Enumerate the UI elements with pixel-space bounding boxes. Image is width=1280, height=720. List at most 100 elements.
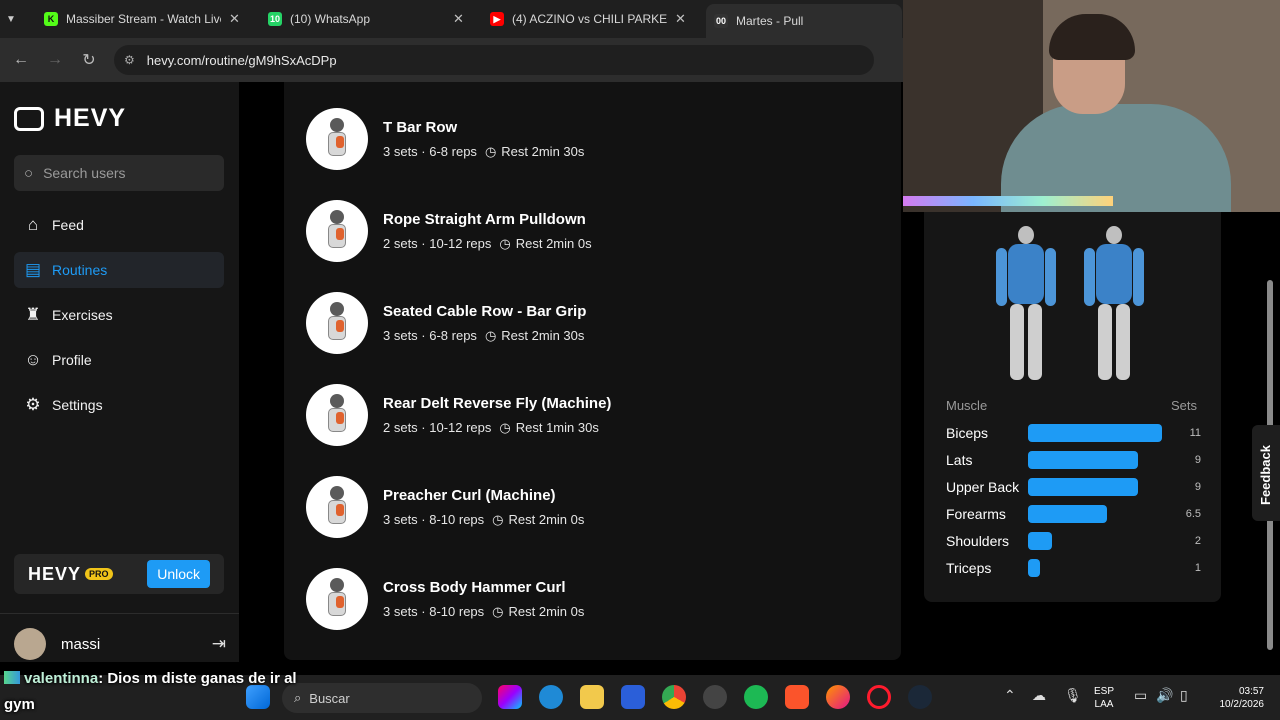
copilot-icon[interactable]: [498, 685, 522, 709]
close-tab-icon[interactable]: ✕: [453, 11, 464, 27]
sidebar-item-feed[interactable]: ⌂ Feed: [14, 207, 224, 243]
timer-icon: ◷: [484, 327, 497, 343]
muscle-row: Shoulders 2: [946, 531, 1201, 551]
exercise-name[interactable]: Seated Cable Row - Bar Grip: [383, 303, 586, 320]
unlock-button[interactable]: Unlock: [147, 560, 210, 588]
feedback-button[interactable]: Feedback: [1252, 425, 1280, 521]
tray-chevron-up-icon[interactable]: ⌃: [1004, 687, 1016, 704]
spotify-icon[interactable]: [744, 685, 768, 709]
display-icon[interactable]: ▭: [1134, 687, 1147, 704]
obs-icon[interactable]: [703, 685, 727, 709]
muscle-bar-track: [1028, 451, 1168, 469]
avatar[interactable]: [14, 628, 46, 660]
battery-icon[interactable]: ▯: [1180, 687, 1188, 704]
muscle-sets-value: 11: [1189, 427, 1201, 439]
pro-brand: HEVY: [28, 563, 82, 584]
chat-badge-icon: [4, 671, 20, 684]
address-bar-row: ← → ↻ ⚙ hevy.com/routine/gM9hSxAcDPp: [0, 38, 905, 82]
exercise-thumbnail: [306, 384, 368, 446]
exercise-thumbnail: [306, 108, 368, 170]
stream-chat-message: valentinna: Dios m diste ganas de ir al …: [4, 666, 324, 718]
close-tab-icon[interactable]: ✕: [229, 11, 240, 27]
forward-arrow-icon[interactable]: →: [38, 51, 72, 69]
muscle-row: Upper Back 9: [946, 477, 1201, 497]
site-settings-icon[interactable]: ⚙: [124, 53, 135, 67]
exercise-item[interactable]: Preacher Curl (Machine) 3 sets · 8-10 re…: [306, 476, 584, 538]
keyboard-layout: LAA: [1094, 699, 1114, 710]
brave-icon[interactable]: [785, 685, 809, 709]
sidebar-item-profile[interactable]: ☺ Profile: [14, 342, 224, 378]
clock[interactable]: 03:57 10/2/2026: [1208, 685, 1265, 711]
muscle-row: Lats 9: [946, 450, 1201, 470]
timer-icon: ◷: [499, 235, 511, 251]
exercise-rest: Rest 2min 30s: [501, 144, 585, 159]
browser-tab-whatsapp[interactable]: 10 (10) WhatsApp ✕: [268, 6, 464, 32]
store-icon[interactable]: [621, 685, 645, 709]
browser-tab-massiber[interactable]: K Massiber Stream - Watch Live o ✕: [44, 6, 240, 32]
search-input[interactable]: ○ Search users: [14, 155, 224, 191]
feedback-label: Feedback: [1258, 445, 1273, 505]
body-back-figure: [1082, 226, 1146, 382]
timer-icon: ◷: [499, 419, 511, 435]
muscle-name: Triceps: [946, 560, 992, 576]
logout-icon[interactable]: ⇥: [212, 634, 226, 654]
edge-icon[interactable]: [539, 685, 563, 709]
tab-menu-button[interactable]: ▼: [6, 6, 16, 32]
sidebar-item-exercises[interactable]: ♜ Exercises: [14, 297, 224, 333]
opera-icon[interactable]: [867, 685, 891, 709]
exercise-item[interactable]: T Bar Row 3 sets · 6-8 reps ◷ Rest 2min 30…: [306, 108, 584, 170]
whatsapp-icon: 10: [268, 12, 282, 26]
sidebar-item-label: Exercises: [52, 307, 113, 323]
muscle-name: Lats: [946, 452, 973, 468]
search-placeholder: Search users: [43, 165, 126, 181]
chat-username: valentinna: [24, 670, 99, 687]
exercise-name[interactable]: T Bar Row: [383, 119, 584, 136]
close-tab-icon[interactable]: ✕: [675, 11, 686, 27]
exercise-name[interactable]: Rear Delt Reverse Fly (Machine): [383, 395, 611, 412]
clock-date: 10/2/2026: [1219, 699, 1265, 710]
exercise-item[interactable]: Cross Body Hammer Curl 3 sets · 8-10 rep…: [306, 568, 584, 630]
chrome-icon[interactable]: [662, 685, 686, 709]
sidebar-item-label: Routines: [52, 262, 108, 278]
file-explorer-icon[interactable]: [580, 685, 604, 709]
gear-icon: ⚙: [25, 395, 41, 414]
muscle-bar-track: [1028, 532, 1168, 550]
webcam-overlay: [903, 0, 1280, 212]
user-row[interactable]: massi ⇥: [14, 628, 226, 660]
exercise-rest: Rest 2min 0s: [515, 236, 592, 251]
exercise-sets: 3 sets · 6-8 reps: [383, 144, 477, 159]
firefox-icon[interactable]: [826, 685, 850, 709]
exercise-sets: 3 sets · 8-10 reps: [383, 604, 485, 619]
routine-exercise-list: T Bar Row 3 sets · 6-8 reps ◷ Rest 2min 30…: [284, 82, 901, 660]
volume-icon[interactable]: 🔊: [1156, 687, 1173, 704]
hevy-logo-icon: [14, 106, 44, 131]
muscle-name: Upper Back: [946, 479, 1020, 495]
exercise-item[interactable]: Rope Straight Arm Pulldown 2 sets · 10-1…: [306, 200, 592, 262]
browser-tab-youtube[interactable]: ▶ (4) ACZINO vs CHILI PARKER | # ✕: [490, 6, 686, 32]
tab-title: Martes - Pull: [736, 14, 804, 28]
exercise-sets: 3 sets · 8-10 reps: [383, 512, 485, 527]
kick-icon: K: [44, 12, 58, 26]
exercise-rest: Rest 2min 0s: [508, 604, 585, 619]
url-field[interactable]: ⚙ hevy.com/routine/gM9hSxAcDPp: [114, 45, 874, 75]
hevy-logo[interactable]: HEVY: [14, 104, 126, 133]
back-arrow-icon[interactable]: ←: [4, 51, 38, 69]
muscle-sets-value: 9: [1194, 481, 1201, 493]
sidebar-item-settings[interactable]: ⚙ Settings: [14, 387, 224, 423]
browser-tab-active[interactable]: 00 Martes - Pull: [706, 4, 902, 38]
exercise-item[interactable]: Rear Delt Reverse Fly (Machine) 2 sets ·…: [306, 384, 611, 446]
exercise-name[interactable]: Rope Straight Arm Pulldown: [383, 211, 592, 228]
exercise-item[interactable]: Seated Cable Row - Bar Grip 3 sets · 6-8…: [306, 292, 586, 354]
sidebar-item-routines[interactable]: ▤ Routines: [14, 252, 224, 288]
steam-icon[interactable]: [908, 685, 932, 709]
exercise-name[interactable]: Cross Body Hammer Curl: [383, 579, 584, 596]
onedrive-icon[interactable]: ☁: [1032, 687, 1046, 704]
home-icon: ⌂: [27, 215, 39, 234]
microphone-icon[interactable]: 🎙: [1064, 687, 1082, 704]
exercise-name[interactable]: Preacher Curl (Machine): [383, 487, 584, 504]
input-language[interactable]: ESP LAA: [1094, 685, 1114, 711]
tab-title: (4) ACZINO vs CHILI PARKER | #: [512, 12, 667, 26]
muscle-distribution-panel: Muscle Sets Biceps 11 Lats 9 Upper Back 9 Fore…: [924, 212, 1221, 602]
reload-icon[interactable]: ↻: [72, 50, 106, 70]
lang-code: ESP: [1094, 686, 1115, 697]
